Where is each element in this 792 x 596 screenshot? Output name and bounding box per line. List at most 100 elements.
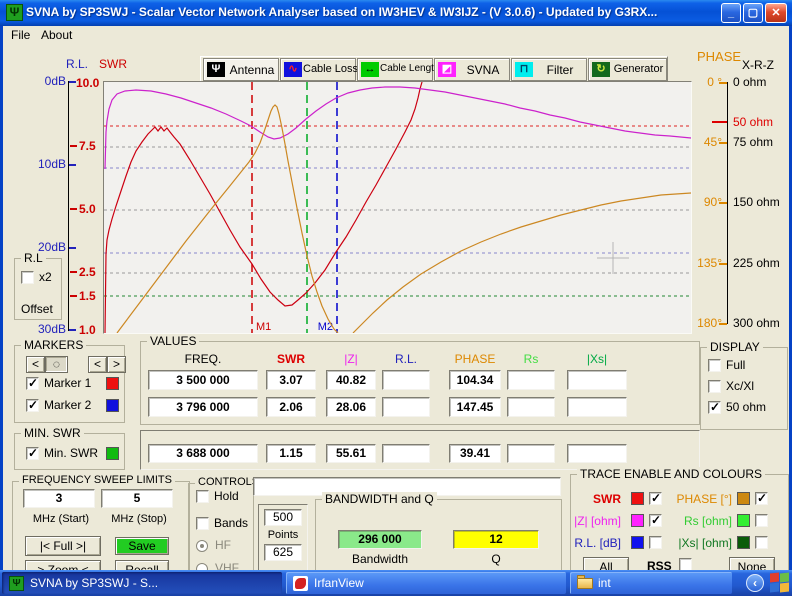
m1-phase-field[interactable]: 104.34 bbox=[449, 370, 501, 390]
marker2-checkbox[interactable] bbox=[26, 399, 39, 412]
marker-step-right-button[interactable]: > bbox=[107, 356, 126, 373]
marker-select-button[interactable]: ◌ bbox=[45, 356, 68, 373]
m2-swr-field[interactable]: 2.06 bbox=[266, 397, 316, 417]
rl-axis-title: R.L. bbox=[66, 57, 88, 71]
trace-z-swatch[interactable] bbox=[631, 514, 644, 527]
points2-field[interactable]: 625 bbox=[264, 544, 302, 561]
values-header-rs: Rs bbox=[507, 352, 555, 366]
marker1-checkbox[interactable] bbox=[26, 377, 39, 390]
title-bar[interactable]: Ψ SVNA by SP3SWJ - Scalar Vector Network… bbox=[0, 0, 792, 26]
m1-rl-field[interactable] bbox=[382, 370, 430, 390]
trace-phase-swatch[interactable] bbox=[737, 492, 750, 505]
q-field[interactable]: 12 bbox=[453, 530, 539, 549]
int-task-label: int bbox=[598, 576, 611, 590]
min-swr-color-swatch[interactable] bbox=[106, 447, 119, 460]
hide-icons-chevron[interactable]: ‹ bbox=[746, 574, 764, 592]
chart-svg: M1M2 bbox=[104, 82, 691, 333]
stop-freq-label: MHz (Stop) bbox=[101, 513, 177, 525]
m2-freq-field[interactable]: 3 796 000 bbox=[148, 397, 258, 417]
ohm50-checkbox[interactable] bbox=[708, 401, 721, 414]
full-span-button[interactable]: |< Full >| bbox=[25, 536, 101, 556]
min-swr-field[interactable]: 1.15 bbox=[266, 444, 316, 463]
phase-tick-0: 0 ° bbox=[688, 75, 722, 89]
taskbar-task-int[interactable]: int bbox=[570, 572, 732, 594]
m1-freq-field[interactable]: 3 500 000 bbox=[148, 370, 258, 390]
trace-swr-label: SWR bbox=[573, 492, 621, 506]
points-field[interactable]: 500 bbox=[264, 509, 302, 526]
toolbar-label-antenna: Antenna bbox=[226, 63, 278, 77]
m1-z-field[interactable]: 40.82 bbox=[326, 370, 376, 390]
min-z-field[interactable]: 55.61 bbox=[326, 444, 376, 463]
min-phase-field[interactable]: 39.41 bbox=[449, 444, 501, 463]
min-rs-field[interactable] bbox=[507, 444, 555, 463]
trace-swr-swatch[interactable] bbox=[631, 492, 644, 505]
toolbar-label-filter: Filter bbox=[534, 63, 586, 77]
menu-bar: File About bbox=[3, 26, 789, 44]
values-header-rl: R.L. bbox=[382, 352, 430, 366]
trace-z-label: |Z| [ohm] bbox=[573, 514, 621, 528]
close-button[interactable]: ✕ bbox=[765, 3, 787, 23]
xcxl-checkbox[interactable] bbox=[708, 380, 721, 393]
maximize-button[interactable]: ▢ bbox=[743, 3, 763, 23]
m2-rs-field[interactable] bbox=[507, 397, 555, 417]
toolbar-button-svna[interactable]: ◩ SVNA bbox=[434, 58, 510, 81]
minimize-button[interactable]: _ bbox=[721, 3, 741, 23]
hf-radio[interactable] bbox=[196, 540, 208, 552]
window-title: SVNA by SP3SWJ - Scalar Vector Network A… bbox=[26, 5, 657, 19]
min-xs-field[interactable] bbox=[567, 444, 627, 463]
trace-rl-swatch[interactable] bbox=[631, 536, 644, 549]
full-checkbox[interactable] bbox=[708, 359, 721, 372]
values-group-title: VALUES bbox=[147, 334, 199, 348]
trace-rs-checkbox[interactable] bbox=[755, 514, 768, 527]
m2-phase-field[interactable]: 147.45 bbox=[449, 397, 501, 417]
m2-z-field[interactable]: 28.06 bbox=[326, 397, 376, 417]
x2-checkbox[interactable] bbox=[21, 271, 34, 284]
marker2-color-swatch[interactable] bbox=[106, 399, 119, 412]
points-label: Points bbox=[259, 529, 307, 541]
marker-step-left-button[interactable]: < bbox=[88, 356, 107, 373]
m2-xs-field[interactable] bbox=[567, 397, 627, 417]
toolbar-button-cable-length[interactable]: ↔ Cable Length bbox=[357, 58, 433, 81]
stop-freq-field[interactable]: 5 bbox=[101, 489, 173, 508]
toolbar-button-filter[interactable]: ⊓ Filter bbox=[511, 58, 587, 81]
menu-about[interactable]: About bbox=[41, 28, 72, 42]
trace-rs-swatch[interactable] bbox=[737, 514, 750, 527]
trace-rs-label: Rs [ohm] bbox=[656, 514, 732, 528]
bands-label: Bands bbox=[214, 516, 248, 530]
windows-flag-icon[interactable] bbox=[770, 573, 790, 593]
hold-label: Hold bbox=[214, 489, 239, 503]
display-group-title: DISPLAY bbox=[707, 340, 763, 354]
hold-checkbox[interactable] bbox=[196, 490, 209, 503]
trace-phase-checkbox[interactable] bbox=[755, 492, 768, 505]
m1-swr-field[interactable]: 3.07 bbox=[266, 370, 316, 390]
taskbar-task-svna[interactable]: Ψ SVNA by SP3SWJ - S... bbox=[2, 572, 282, 594]
rl-tickmark bbox=[69, 164, 76, 166]
marker1-color-swatch[interactable] bbox=[106, 377, 119, 390]
ohm-tick-150: 150 ohm bbox=[733, 195, 780, 209]
toolbar-button-cable-loss[interactable]: ∿ Cable Loss bbox=[280, 58, 356, 81]
bandwidth-field[interactable]: 296 000 bbox=[338, 530, 422, 549]
min-swr-checkbox[interactable] bbox=[26, 447, 39, 460]
trace-xs-swatch[interactable] bbox=[737, 536, 750, 549]
swr-tickmark bbox=[70, 295, 77, 297]
save-button[interactable]: Save bbox=[115, 537, 169, 555]
m1-rs-field[interactable] bbox=[507, 370, 555, 390]
phase-tickmark bbox=[719, 82, 727, 84]
phase-tickmark bbox=[719, 142, 727, 144]
toolbar-button-antenna[interactable]: Ψ Antenna bbox=[203, 58, 279, 81]
taskbar-task-irfanview[interactable]: IrfanView bbox=[286, 572, 566, 594]
swr-tickmark bbox=[70, 145, 77, 147]
menu-file[interactable]: File bbox=[11, 28, 30, 42]
bands-checkbox[interactable] bbox=[196, 517, 209, 530]
min-rl-field[interactable] bbox=[382, 444, 430, 463]
m1-xs-field[interactable] bbox=[567, 370, 627, 390]
min-freq-field[interactable]: 3 688 000 bbox=[148, 444, 258, 463]
m2-rl-field[interactable] bbox=[382, 397, 430, 417]
marker-prev-button[interactable]: < bbox=[26, 356, 45, 373]
trace-xs-checkbox[interactable] bbox=[755, 536, 768, 549]
min-swr-group-title: MIN. SWR bbox=[21, 426, 84, 440]
start-freq-field[interactable]: 3 bbox=[23, 489, 95, 508]
trace-xs-label: |Xs| [ohm] bbox=[656, 536, 732, 550]
toolbar-button-generator[interactable]: ↻ Generator bbox=[588, 58, 667, 81]
mode-toolbar: Ψ Antenna ∿ Cable Loss ↔ Cable Length ◩ … bbox=[200, 56, 668, 83]
